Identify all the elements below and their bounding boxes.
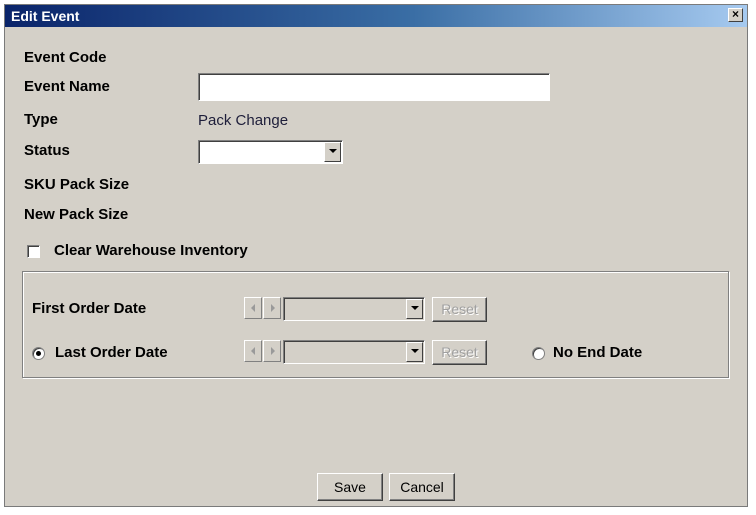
event-code-label: Event Code [24,49,107,66]
status-dropdown-button[interactable] [324,142,341,162]
status-select[interactable] [198,140,343,164]
clear-warehouse-inventory-checkbox[interactable] [27,245,40,258]
first-order-date-select[interactable] [283,297,425,321]
no-end-date-label[interactable]: No End Date [553,344,642,361]
chevron-down-icon [329,149,337,153]
close-icon: × [731,7,739,21]
sku-pack-size-label: SKU Pack Size [24,176,130,193]
first-order-date-spinner[interactable] [244,297,282,319]
save-button[interactable]: Save [317,473,383,501]
dialog-title: Edit Event [11,8,80,24]
first-order-next-button[interactable] [263,297,281,319]
arrow-left-icon [251,304,255,312]
type-value: Pack Change [198,112,289,129]
chevron-down-icon [411,306,419,310]
first-order-dropdown-button[interactable] [406,299,423,319]
last-order-date-label[interactable]: Last Order Date [55,344,168,361]
first-order-prev-button[interactable] [244,297,262,319]
last-order-dropdown-button[interactable] [406,342,423,362]
arrow-left-icon [251,347,255,355]
edit-event-dialog: Edit Event × Event Code Event Name Type … [4,4,748,507]
date-range-group: First Order Date Reset Last Order Date R… [22,271,729,378]
type-label: Type [24,111,58,128]
last-order-date-radio[interactable] [32,347,45,360]
first-order-reset-button[interactable]: Reset [432,297,487,322]
event-name-label: Event Name [24,78,110,95]
status-label: Status [24,142,70,159]
first-order-date-label: First Order Date [32,300,147,317]
last-order-date-select[interactable] [283,340,425,364]
cancel-button[interactable]: Cancel [389,473,455,501]
last-order-reset-button[interactable]: Reset [432,340,487,365]
radio-selected-dot [36,351,41,356]
clear-warehouse-inventory-label[interactable]: Clear Warehouse Inventory [54,242,248,259]
last-order-date-spinner[interactable] [244,340,282,362]
arrow-right-icon [271,347,275,355]
new-pack-size-label: New Pack Size [24,206,129,223]
chevron-down-icon [411,349,419,353]
last-order-prev-button[interactable] [244,340,262,362]
event-name-input[interactable] [198,73,550,101]
title-bar[interactable]: Edit Event × [5,5,747,27]
arrow-right-icon [271,304,275,312]
close-button[interactable]: × [728,8,743,22]
no-end-date-radio[interactable] [532,347,545,360]
last-order-next-button[interactable] [263,340,281,362]
